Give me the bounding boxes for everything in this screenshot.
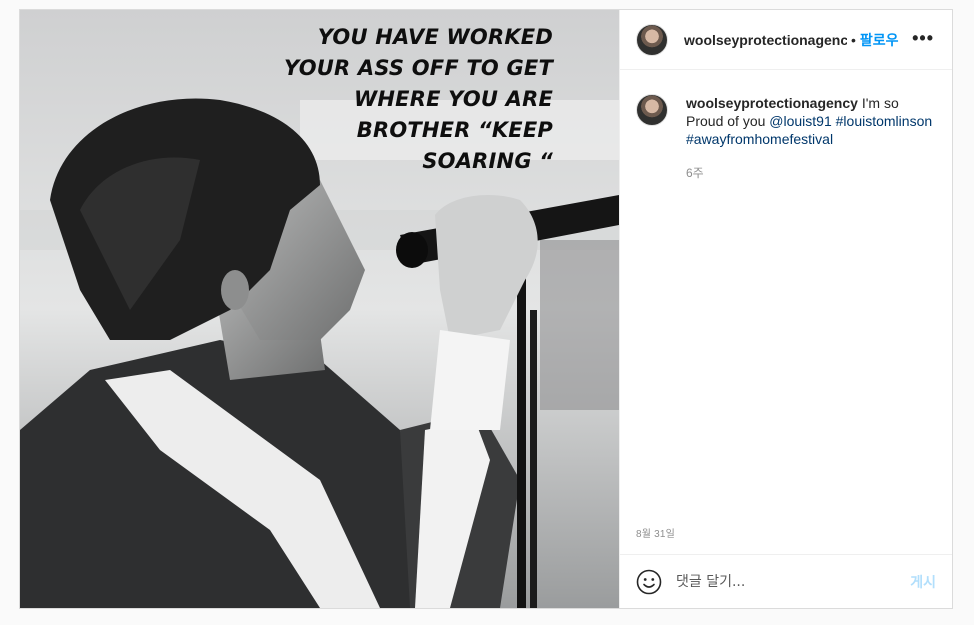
comment-input[interactable]	[676, 573, 886, 590]
post-image[interactable]: YOU HAVE WORKED YOUR ASS OFF TO GET WHER…	[20, 10, 619, 608]
avatar[interactable]	[636, 23, 668, 56]
header-username[interactable]: woolseyprotectionagency	[684, 32, 847, 48]
post-header: woolseyprotectionagency • 팔로우 •••	[620, 10, 952, 70]
caption-time[interactable]: 6주	[686, 164, 936, 181]
quote-line: SOARING “	[422, 149, 553, 173]
mention-link[interactable]: @louist91	[769, 113, 831, 129]
quote-line: YOU HAVE WORKED	[317, 25, 553, 49]
separator-dot: •	[851, 31, 856, 48]
hashtag-link[interactable]: #awayfromhomefestival	[686, 131, 833, 147]
follow-button[interactable]: 팔로우	[860, 30, 899, 50]
post-sidebar: woolseyprotectionagency • 팔로우 ••• woolse…	[619, 10, 952, 608]
image-quote-text: YOU HAVE WORKED YOUR ASS OFF TO GET WHER…	[284, 22, 553, 177]
caption-avatar[interactable]	[636, 94, 668, 126]
caption-username[interactable]: woolseyprotectionagency	[686, 95, 858, 111]
comment-bar: 게시	[620, 554, 952, 608]
more-horizontal-icon[interactable]: •••	[912, 28, 934, 49]
post-dialog: YOU HAVE WORKED YOUR ASS OFF TO GET WHER…	[19, 9, 953, 609]
quote-line: WHERE YOU ARE	[354, 87, 553, 111]
hashtag-link[interactable]: #louistomlinson	[836, 113, 933, 129]
caption: woolseyprotectionagency I'm so Proud of …	[620, 70, 952, 181]
quote-line: YOUR ASS OFF TO GET	[284, 56, 553, 80]
post-comment-button[interactable]: 게시	[910, 572, 936, 592]
quote-line: BROTHER “KEEP	[356, 118, 553, 142]
smiley-icon[interactable]	[636, 569, 662, 595]
caption-text: woolseyprotectionagency I'm so Proud of …	[686, 94, 936, 148]
post-date[interactable]: 8월 31일	[636, 525, 675, 540]
caption-body: woolseyprotectionagency I'm so Proud of …	[686, 94, 936, 181]
